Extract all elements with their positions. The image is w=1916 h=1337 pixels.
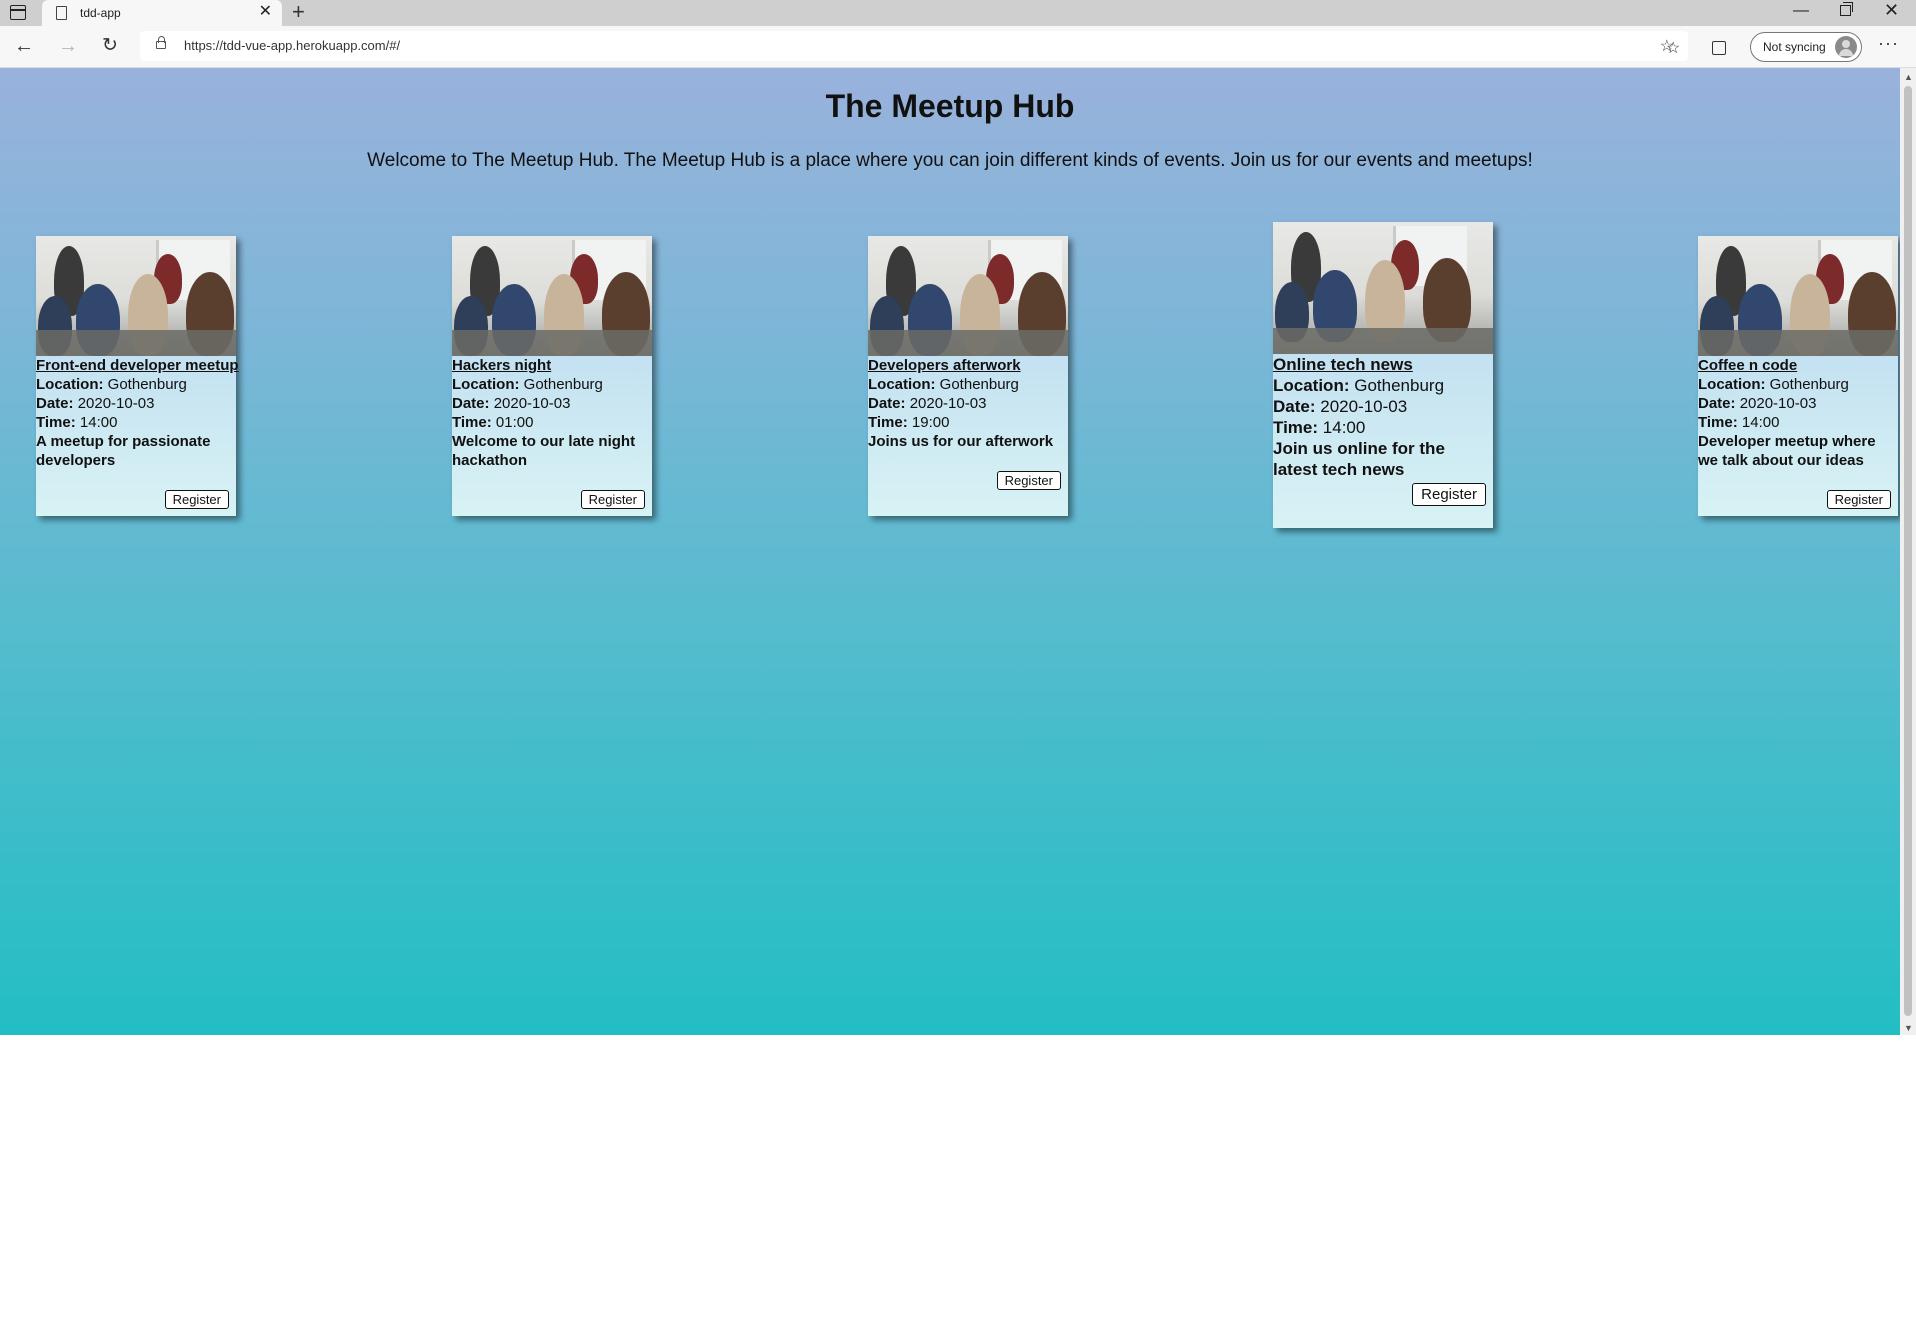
meetup-date: Date: 2020-10-03 [452, 395, 571, 412]
meetup-location: Location: Gothenburg [452, 376, 603, 393]
scroll-thumb[interactable] [1904, 86, 1912, 1016]
forward-button[interactable]: → [58, 34, 78, 58]
browser-tab-bar: tdd-app ✕ + — ✕ [0, 0, 1916, 26]
meetup-description: Joins us for our afterwork [868, 433, 1054, 450]
scroll-down-icon[interactable]: ▼ [1904, 1023, 1913, 1033]
meetup-title-link[interactable]: Developers afterwork [868, 356, 1068, 375]
new-tab-button[interactable]: + [292, 1, 305, 23]
meetup-card: Coffee n code Location: Gothenburg Date:… [1698, 236, 1898, 516]
meetup-photo [452, 236, 652, 356]
register-button[interactable]: Register [996, 471, 1061, 490]
meetup-photo [1273, 222, 1493, 354]
meetup-time: Time: 14:00 [1698, 414, 1780, 431]
meetup-date: Date: 2020-10-03 [868, 395, 987, 412]
meetup-date: Date: 2020-10-03 [1273, 397, 1408, 416]
meetup-title-link[interactable]: Coffee n code [1698, 356, 1898, 375]
meetup-photo [1698, 236, 1898, 356]
meetup-title-link[interactable]: Hackers night [452, 356, 652, 375]
sync-status: Not syncing [1763, 40, 1826, 54]
meetup-photo [36, 236, 236, 356]
collections-icon[interactable] [1712, 41, 1726, 55]
register-button[interactable]: Register [580, 490, 645, 509]
register-button[interactable]: Register [1826, 490, 1891, 509]
lock-icon[interactable] [156, 36, 166, 49]
page-title: The Meetup Hub [825, 88, 1075, 124]
page-viewport: The Meetup Hub Welcome to The Meetup Hub… [0, 68, 1900, 1035]
url-text[interactable]: https://tdd-vue-app.herokuapp.com/#/ [184, 38, 400, 53]
meetup-photo [868, 236, 1068, 356]
meetup-card: Front-end developer meetup Location: Got… [36, 236, 239, 516]
meetup-location: Location: Gothenburg [1273, 376, 1445, 395]
restore-button[interactable] [1840, 2, 1853, 16]
favorites-icon[interactable]: ☆ [1666, 38, 1680, 58]
avatar [1835, 36, 1857, 58]
meetup-time: Time: 01:00 [452, 414, 534, 431]
browser-toolbar: ← → ↻ https://tdd-vue-app.herokuapp.com/… [0, 26, 1916, 68]
meetup-description: Welcome to our late night hackathon [452, 433, 636, 469]
scroll-up-icon[interactable]: ▲ [1904, 72, 1913, 82]
register-button[interactable]: Register [164, 490, 229, 509]
close-tab-icon[interactable]: ✕ [259, 3, 272, 21]
meetup-title-link[interactable]: Online tech news [1273, 354, 1493, 375]
tab-actions-icon[interactable] [10, 5, 26, 20]
tab-title: tdd-app [80, 6, 121, 20]
minimize-button[interactable]: — [1793, 2, 1809, 20]
meetup-title-link[interactable]: Front-end developer meetup [36, 356, 239, 375]
meetup-location: Location: Gothenburg [36, 376, 187, 393]
meetup-date: Date: 2020-10-03 [36, 395, 155, 412]
meetup-description: Developer meetup where we talk about our… [1698, 433, 1876, 469]
meetup-date: Date: 2020-10-03 [1698, 395, 1817, 412]
meetup-description: A meetup for passionate developers [36, 433, 211, 469]
close-window-button[interactable]: ✕ [1884, 0, 1899, 21]
meetup-location: Location: Gothenburg [1698, 376, 1849, 393]
browser-tab[interactable]: tdd-app ✕ [42, 0, 282, 26]
page-icon [56, 6, 67, 20]
vertical-scrollbar[interactable]: ▲ ▼ [1900, 68, 1916, 1035]
meetup-card: Developers afterwork Location: Gothenbur… [868, 236, 1068, 516]
back-button[interactable]: ← [14, 34, 34, 58]
address-bar[interactable]: https://tdd-vue-app.herokuapp.com/#/ ☆ [140, 31, 1688, 61]
profile-sync-button[interactable]: Not syncing [1750, 32, 1862, 62]
meetup-location: Location: Gothenburg [868, 376, 1019, 393]
page-intro: Welcome to The Meetup Hub. The Meetup Hu… [367, 150, 1533, 171]
reload-button[interactable]: ↻ [102, 34, 118, 58]
meetup-time: Time: 14:00 [1273, 418, 1366, 437]
register-button[interactable]: Register [1412, 483, 1486, 506]
meetup-time: Time: 19:00 [868, 414, 950, 431]
more-menu-icon[interactable]: ··· [1878, 33, 1899, 54]
meetup-card: Hackers night Location: Gothenburg Date:… [452, 236, 652, 516]
meetup-description: Join us online for the latest tech news [1273, 439, 1445, 479]
meetup-card: Online tech news Location: Gothenburg Da… [1273, 222, 1493, 528]
meetup-time: Time: 14:00 [36, 414, 118, 431]
